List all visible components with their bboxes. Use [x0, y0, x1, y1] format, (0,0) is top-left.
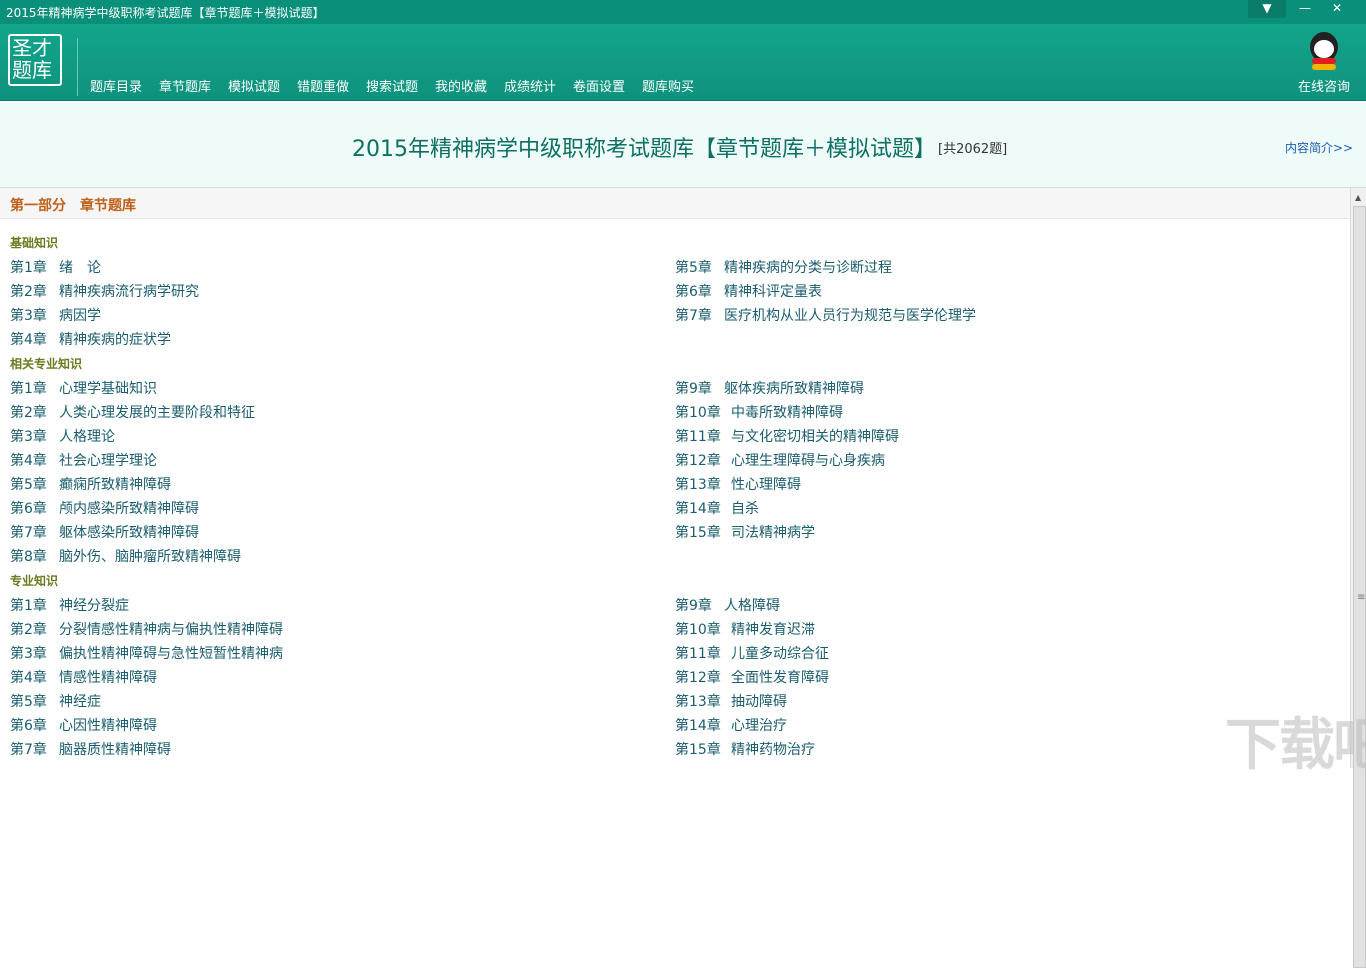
chapter-link[interactable]: 第3章 病因学: [10, 305, 101, 325]
chapter-link[interactable]: 第6章 精神科评定量表: [675, 281, 822, 301]
question-count: [共2062题]: [938, 142, 1008, 157]
page-title: 2015年精神病学中级职称考试题库【章节题库＋模拟试题】: [352, 137, 936, 162]
chapter-link[interactable]: 第5章 精神疾病的分类与诊断过程: [675, 257, 892, 277]
chapter-link[interactable]: 第14章 自杀: [675, 498, 759, 518]
group-label-basic: 基础知识: [10, 236, 59, 250]
header-banner: 2015年精神病学中级职称考试题库【章节题库＋模拟试题】 [共2062题] 内容…: [0, 101, 1366, 188]
chapter-link[interactable]: 第10章 精神发育迟滞: [675, 619, 815, 639]
online-consult-label[interactable]: 在线咨询: [1298, 76, 1350, 95]
logo-text-line2: 题库: [12, 58, 52, 82]
chapter-link[interactable]: 第6章 心因性精神障碍: [10, 715, 157, 735]
nav-item-redo-mistakes[interactable]: 错题重做: [297, 76, 349, 95]
intro-link[interactable]: 内容简介>>: [1285, 139, 1353, 156]
window-title-bar: 2015年精神病学中级职称考试题库【章节题库＋模拟试题】 ▼ — ✕: [0, 0, 1366, 24]
chapter-link[interactable]: 第12章 全面性发育障碍: [675, 667, 829, 687]
chapter-link[interactable]: 第13章 性心理障碍: [675, 474, 801, 494]
chapter-link[interactable]: 第14章 心理治疗: [675, 715, 787, 735]
chapter-link[interactable]: 第13章 抽动障碍: [675, 691, 787, 711]
qq-penguin-icon[interactable]: [1306, 32, 1342, 72]
watermark-logo: 下载吧: [1225, 713, 1366, 778]
nav-item-favorites[interactable]: 我的收藏: [435, 76, 487, 95]
scrollbar-thumb[interactable]: ≡: [1353, 206, 1366, 968]
logo-text-line1: 圣才: [12, 36, 52, 60]
chapter-link[interactable]: 第8章 脑外伤、脑肿瘤所致精神障碍: [10, 546, 241, 566]
chapter-link[interactable]: 第7章 脑器质性精神障碍: [10, 739, 171, 759]
group-label-professional: 专业知识: [10, 574, 59, 588]
scroll-up-arrow-icon[interactable]: ▲: [1355, 193, 1361, 202]
chapter-link[interactable]: 第7章 躯体感染所致精神障碍: [10, 522, 199, 542]
nav-item-statistics[interactable]: 成绩统计: [504, 76, 556, 95]
chapter-link[interactable]: 第12章 心理生理障碍与心身疾病: [675, 450, 885, 470]
nav-item-chapter-bank[interactable]: 章节题库: [159, 76, 211, 95]
chapter-link[interactable]: 第5章 癫痫所致精神障碍: [10, 474, 171, 494]
vertical-scrollbar[interactable]: ▲ ≡: [1350, 188, 1366, 968]
window-title: 2015年精神病学中级职称考试题库【章节题库＋模拟试题】: [6, 6, 325, 20]
chapter-link[interactable]: 第3章 人格理论: [10, 426, 115, 446]
chapter-link[interactable]: 第1章 神经分裂症: [10, 595, 129, 615]
main-toolbar: 圣才 题库 题库目录 章节题库 模拟试题 错题重做 搜索试题 我的收藏 成绩统计…: [0, 24, 1366, 101]
chapter-link[interactable]: 第2章 分裂情感性精神病与偏执性精神障碍: [10, 619, 283, 639]
nav-item-layout-settings[interactable]: 卷面设置: [573, 76, 625, 95]
chapter-link[interactable]: 第6章 颅内感染所致精神障碍: [10, 498, 199, 518]
chapter-link[interactable]: 第3章 偏执性精神障碍与急性短暂性精神病: [10, 643, 283, 663]
chapter-link[interactable]: 第9章 躯体疾病所致精神障碍: [675, 378, 864, 398]
chapter-link[interactable]: 第15章 司法精神病学: [675, 522, 815, 542]
chapter-link[interactable]: 第11章 儿童多动综合征: [675, 643, 829, 663]
section-header: 第一部分 章节题库: [0, 188, 1350, 219]
chapter-link[interactable]: 第4章 精神疾病的症状学: [10, 329, 171, 349]
group-label-related: 相关专业知识: [10, 357, 83, 371]
app-logo: 圣才 题库: [8, 34, 62, 86]
chapter-link[interactable]: 第1章绪 论: [10, 257, 101, 277]
chapter-link[interactable]: 第5章 神经症: [10, 691, 101, 711]
nav-item-catalog[interactable]: 题库目录: [90, 76, 142, 95]
chapter-link[interactable]: 第4章 社会心理学理论: [10, 450, 157, 470]
section-title: 第一部分 章节题库: [10, 198, 136, 214]
chapter-link[interactable]: 第9章 人格障碍: [675, 595, 780, 615]
nav-item-purchase[interactable]: 题库购买: [642, 76, 694, 95]
chapter-link[interactable]: 第4章 情感性精神障碍: [10, 667, 157, 687]
toolbar-divider: [77, 38, 78, 96]
chapter-link[interactable]: 第2章 人类心理发展的主要阶段和特征: [10, 402, 255, 422]
dropdown-menu-button[interactable]: ▼: [1248, 0, 1286, 18]
close-button[interactable]: ✕: [1318, 0, 1356, 18]
nav-item-search[interactable]: 搜索试题: [366, 76, 418, 95]
chapter-link[interactable]: 第2章 精神疾病流行病学研究: [10, 281, 199, 301]
chapter-link[interactable]: 第15章 精神药物治疗: [675, 739, 815, 759]
scrollbar-grip-icon: ≡: [1357, 592, 1366, 603]
chapter-link[interactable]: 第1章 心理学基础知识: [10, 378, 157, 398]
chapter-link[interactable]: 第11章 与文化密切相关的精神障碍: [675, 426, 899, 446]
chapter-link[interactable]: 第10章 中毒所致精神障碍: [675, 402, 843, 422]
chapter-link[interactable]: 第7章 医疗机构从业人员行为规范与医学伦理学: [675, 305, 976, 325]
nav-item-mock-exam[interactable]: 模拟试题: [228, 76, 280, 95]
